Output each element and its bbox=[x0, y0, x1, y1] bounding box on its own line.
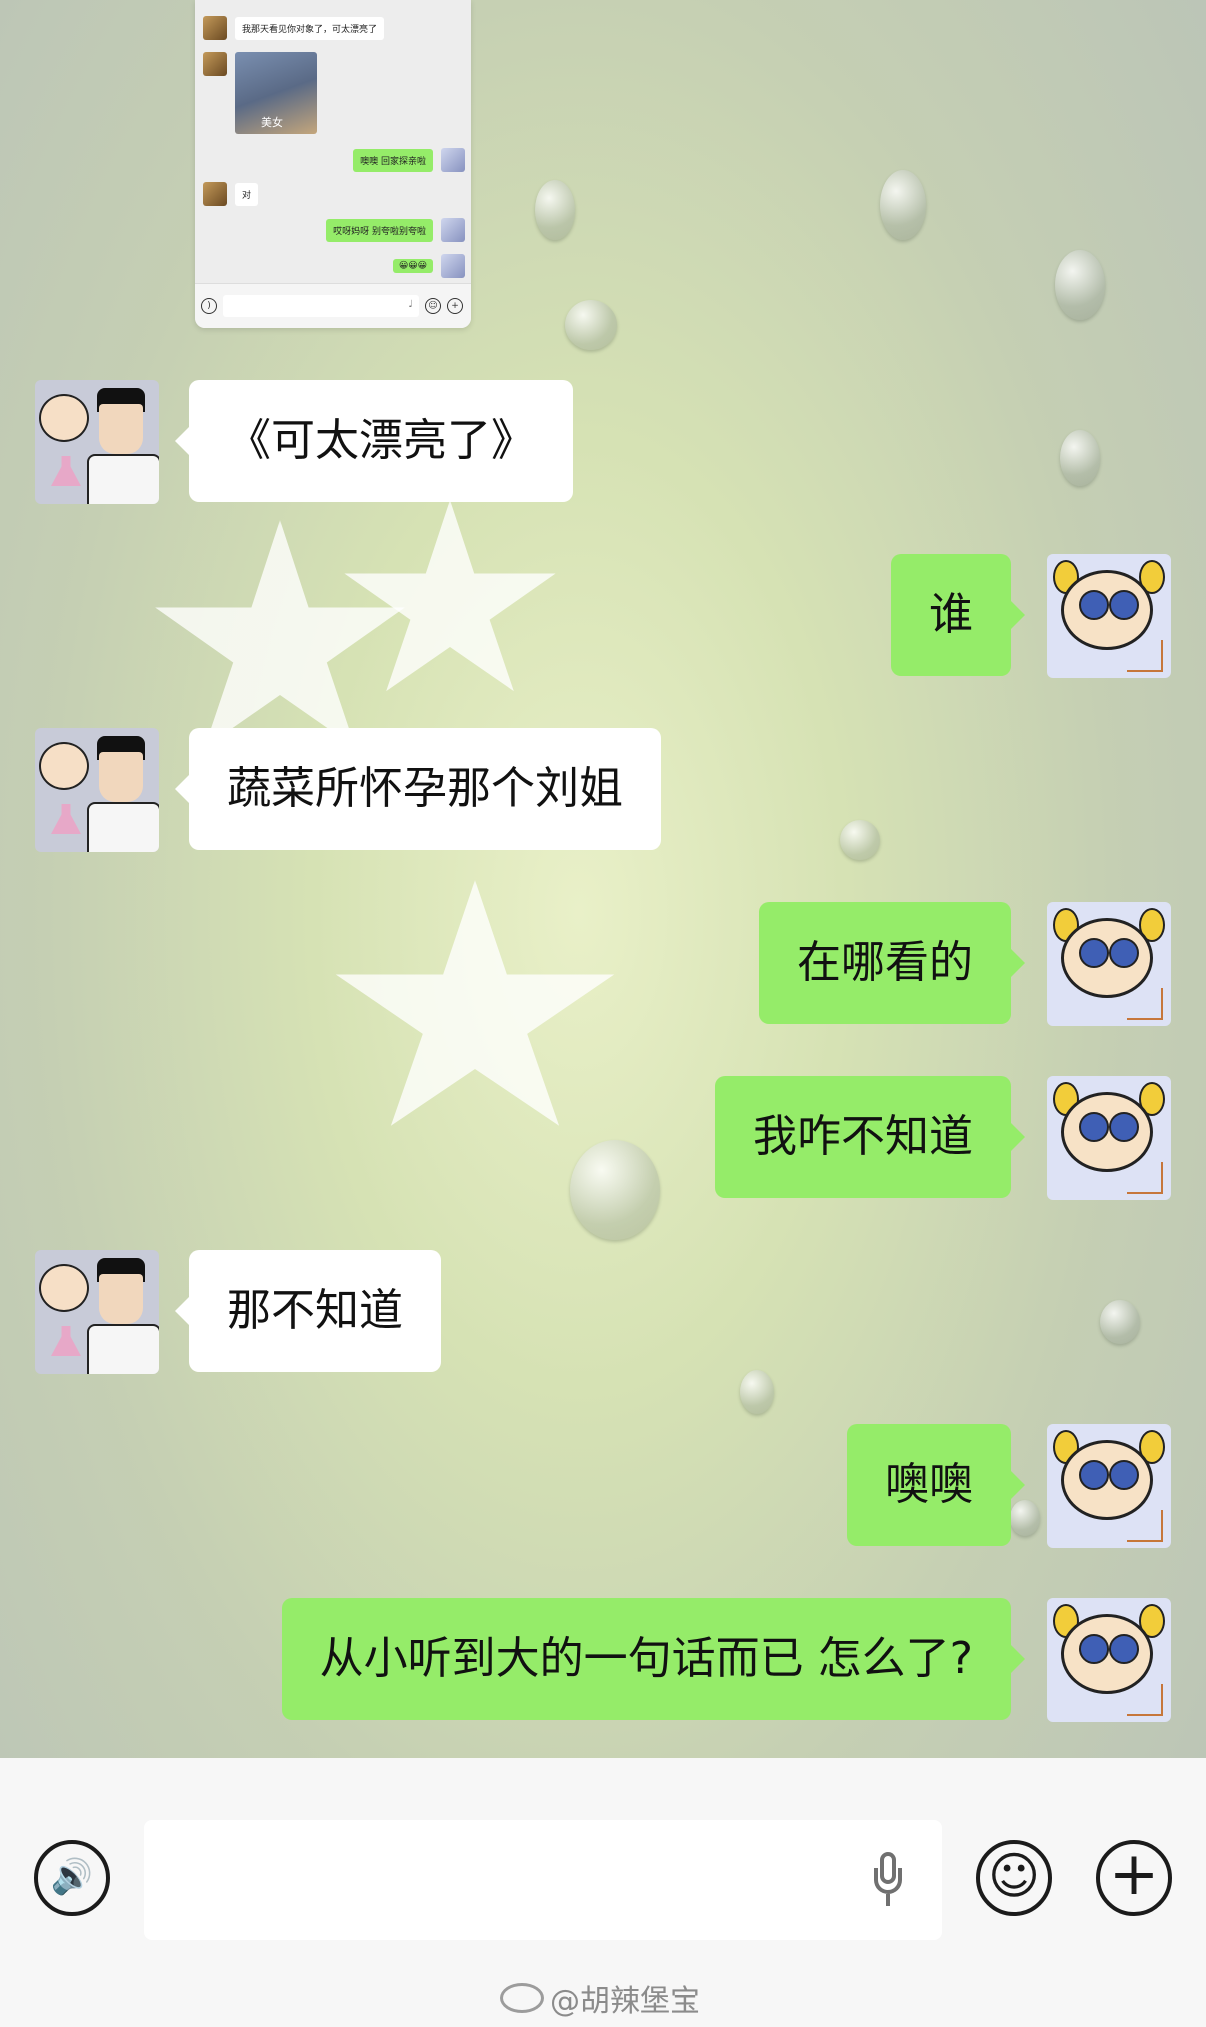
message-bubble[interactable]: 我咋不知道 bbox=[715, 1076, 1025, 1198]
mini-input-bar: ) ♩ ☺ + bbox=[195, 283, 471, 328]
mini-bubble: 我那天看见你对象了，可太漂亮了 bbox=[235, 16, 385, 40]
microphone-icon: ♩ bbox=[408, 299, 413, 310]
message-sent[interactable]: 噢噢 bbox=[847, 1424, 1171, 1548]
avatar bbox=[441, 148, 465, 172]
avatar[interactable] bbox=[35, 380, 159, 504]
avatar bbox=[203, 182, 227, 206]
voice-icon: ) bbox=[201, 298, 217, 314]
message-bubble[interactable]: 蔬菜所怀孕那个刘姐 bbox=[175, 728, 661, 850]
avatar[interactable] bbox=[35, 728, 159, 852]
message-sent[interactable]: 我咋不知道 bbox=[715, 1076, 1171, 1200]
water-drop bbox=[570, 1140, 660, 1240]
mini-bubble: 对 bbox=[235, 182, 259, 206]
message-bubble[interactable]: 那不知道 bbox=[175, 1250, 441, 1372]
avatar bbox=[441, 254, 465, 278]
avatar bbox=[203, 16, 227, 40]
message-bubble[interactable]: 噢噢 bbox=[847, 1424, 1025, 1546]
message-sent[interactable]: 从小听到大的一句话而已 怎么了? bbox=[281, 1598, 1171, 1722]
message-input[interactable] bbox=[144, 1820, 942, 1940]
mini-message: 哎呀妈呀 别夸啦别夸啦 bbox=[326, 218, 465, 242]
avatar[interactable] bbox=[1047, 902, 1171, 1026]
mini-text-input: ♩ bbox=[223, 295, 419, 317]
water-drop bbox=[565, 300, 617, 350]
image-caption: 美女 bbox=[261, 116, 283, 129]
weibo-icon bbox=[500, 1983, 544, 2013]
message-bubble[interactable]: 谁 bbox=[891, 554, 1025, 676]
message-sent[interactable]: 在哪看的 bbox=[759, 902, 1171, 1026]
mini-message: 美女 bbox=[203, 52, 317, 134]
emoji-icon[interactable]: ☺ bbox=[976, 1840, 1052, 1916]
mini-message: 😀😀😀 bbox=[392, 254, 465, 278]
avatar[interactable] bbox=[1047, 1076, 1171, 1200]
microphone-icon[interactable] bbox=[874, 1852, 902, 1908]
mini-message: 噢噢 回家探亲啦 bbox=[353, 148, 465, 172]
water-drop bbox=[1060, 430, 1100, 486]
message-bubble[interactable]: 从小听到大的一句话而已 怎么了? bbox=[281, 1598, 1026, 1720]
star-decoration bbox=[335, 880, 615, 1126]
message-received[interactable]: 蔬菜所怀孕那个刘姐 bbox=[35, 728, 661, 852]
water-drop bbox=[1100, 1300, 1140, 1344]
avatar[interactable] bbox=[1047, 1424, 1171, 1548]
water-drop bbox=[880, 170, 926, 240]
message-received[interactable]: 《可太漂亮了》 bbox=[35, 380, 573, 504]
message-bubble[interactable]: 在哪看的 bbox=[759, 902, 1025, 1024]
embedded-screenshot[interactable]: 我那天看见你对象了，可太漂亮了 美女 噢噢 回家探亲啦 对 哎呀妈呀 别夸啦别夸… bbox=[195, 0, 471, 328]
water-drop bbox=[535, 180, 575, 240]
mini-bubble: 哎呀妈呀 别夸啦别夸啦 bbox=[326, 218, 433, 242]
emoji-icon: ☺ bbox=[425, 298, 441, 314]
voice-icon[interactable]: 🔊 bbox=[34, 1840, 110, 1916]
message-bubble[interactable]: 《可太漂亮了》 bbox=[175, 380, 573, 502]
mini-message: 我那天看见你对象了，可太漂亮了 bbox=[203, 16, 385, 40]
avatar[interactable] bbox=[35, 1250, 159, 1374]
avatar[interactable] bbox=[1047, 1598, 1171, 1722]
watermark-text: @胡辣堡宝 bbox=[550, 1984, 700, 2019]
water-drop bbox=[740, 1370, 774, 1414]
message-sent[interactable]: 谁 bbox=[891, 554, 1171, 678]
mini-message: 对 bbox=[203, 182, 259, 206]
mini-bubble: 😀😀😀 bbox=[392, 259, 433, 273]
avatar[interactable] bbox=[1047, 554, 1171, 678]
watermark: @胡辣堡宝 bbox=[500, 1976, 700, 2020]
plus-icon[interactable]: + bbox=[1096, 1840, 1172, 1916]
mini-image: 美女 bbox=[235, 52, 317, 134]
avatar bbox=[441, 218, 465, 242]
message-received[interactable]: 那不知道 bbox=[35, 1250, 441, 1374]
star-decoration bbox=[344, 500, 556, 692]
mini-bubble: 噢噢 回家探亲啦 bbox=[353, 148, 433, 172]
water-drop bbox=[1055, 250, 1105, 320]
avatar bbox=[203, 52, 227, 76]
water-drop bbox=[840, 820, 880, 860]
plus-icon: + bbox=[447, 298, 463, 314]
